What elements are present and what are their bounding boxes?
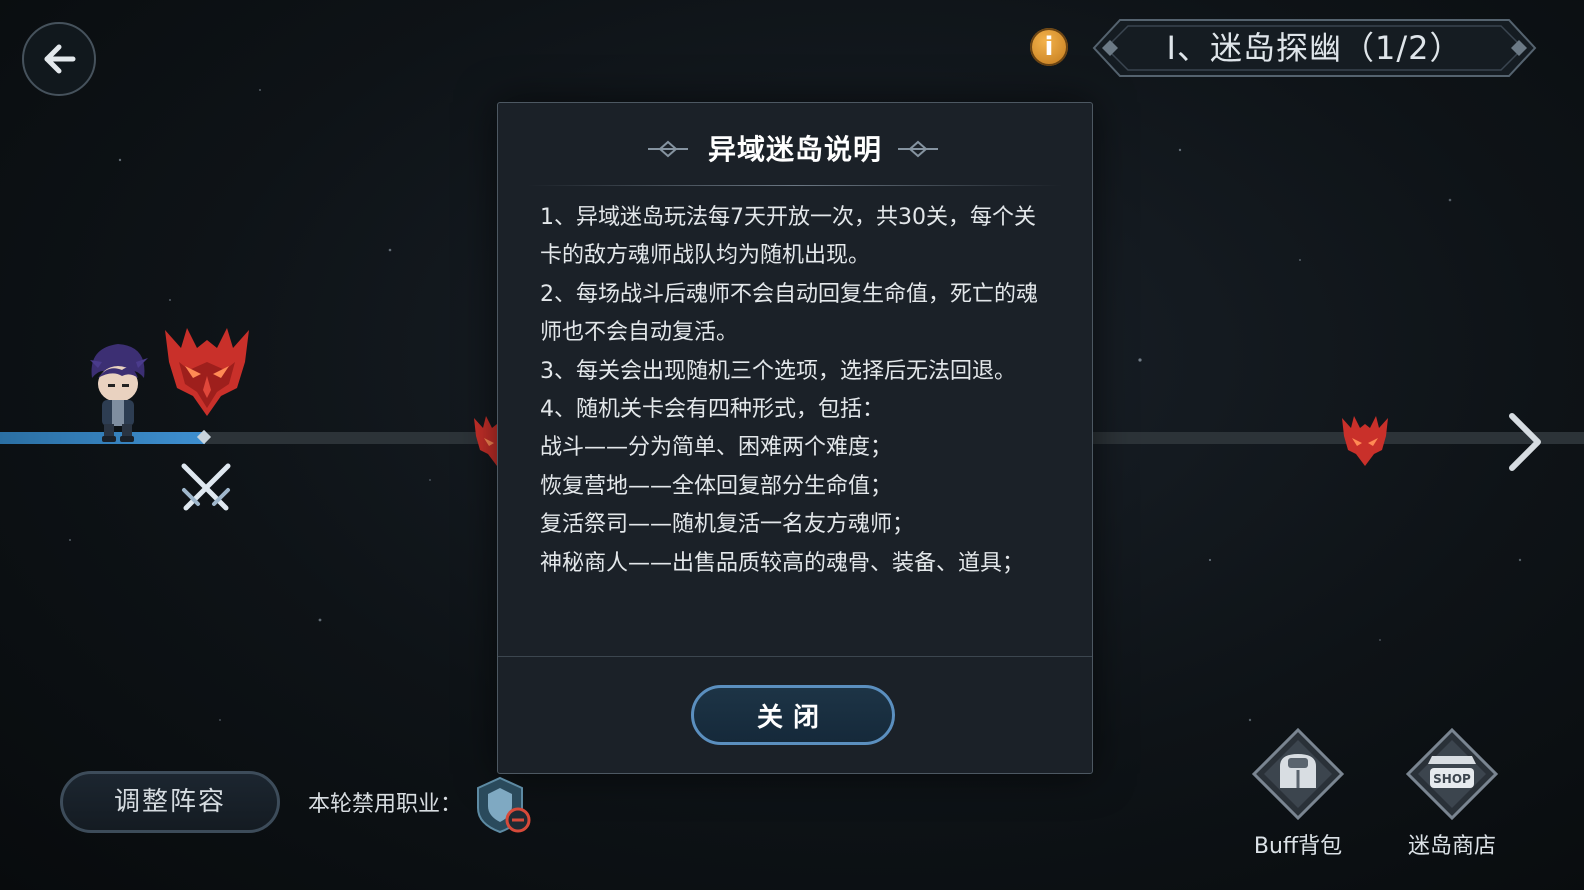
rule-line: 复活祭司——随机复活一名友方魂师； [540,512,915,538]
buff-bag-icon [1251,727,1345,821]
enemy-demon-icon[interactable] [1340,412,1390,468]
stage-title: Ⅰ、迷岛探幽（1/2） [1166,29,1463,67]
hero-character [90,344,148,442]
rule-line: 恢复营地——全体回复部分生命值； [540,473,893,499]
stage-title-banner: Ⅰ、迷岛探幽（1/2） [1092,18,1537,78]
shop-label: 迷岛商店 [1407,834,1496,859]
close-button[interactable]: 关闭 [691,685,895,745]
buff-bag-label: Buff背包 [1253,834,1343,859]
dialog-rules-text[interactable]: 1、异域迷岛玩法每7天开放一次，共30关，每个关卡的敌方魂师战队均为随机出现。 … [540,199,1052,634]
dialog-title: 异域迷岛说明 [707,133,882,166]
rule-line: 神秘商人——出售品质较高的魂骨、装备、道具； [540,550,1025,576]
info-button[interactable]: i [1030,28,1068,66]
back-arrow-icon [44,44,76,74]
banned-class-label: 本轮禁用职业： [308,792,463,817]
rule-line: 1、异域迷岛玩法每7天开放一次，共30关，每个关卡的敌方魂师战队均为随机出现。 [540,205,1036,269]
dialog-divider [528,185,1062,186]
rule-line: 战斗——分为简单、困难两个难度； [540,435,893,461]
crossed-swords-icon [181,463,231,511]
shop-button[interactable]: SHOP 迷岛商店 [1392,727,1512,860]
shop-icon: SHOP [1405,727,1499,821]
dialog-header: 异域迷岛说明 [498,125,1092,175]
shop-sign-text: SHOP [1433,772,1471,786]
adjust-formation-button[interactable]: 调整阵容 [60,771,280,833]
chevron-right-icon[interactable] [1500,408,1548,476]
dialog-footer-divider [498,656,1092,657]
rule-line: 4、随机关卡会有四种形式，包括： [540,397,884,423]
enemy-demon-icon[interactable] [163,318,251,418]
banned-class-shield-icon[interactable] [476,776,532,834]
buff-bag-button[interactable]: Buff背包 [1238,727,1358,860]
ornament-left-icon [648,140,688,158]
rule-line: 3、每关会出现随机三个选项，选择后无法回退。 [540,358,1016,384]
rules-dialog: 异域迷岛说明 1、异域迷岛玩法每7天开放一次，共30关，每个关卡的敌方魂师战队均… [497,102,1093,774]
rule-line: 2、每场战斗后魂师不会自动回复生命值，死亡的魂师也不会自动复活。 [540,281,1038,346]
back-button[interactable] [22,22,96,96]
ornament-right-icon [898,140,938,158]
